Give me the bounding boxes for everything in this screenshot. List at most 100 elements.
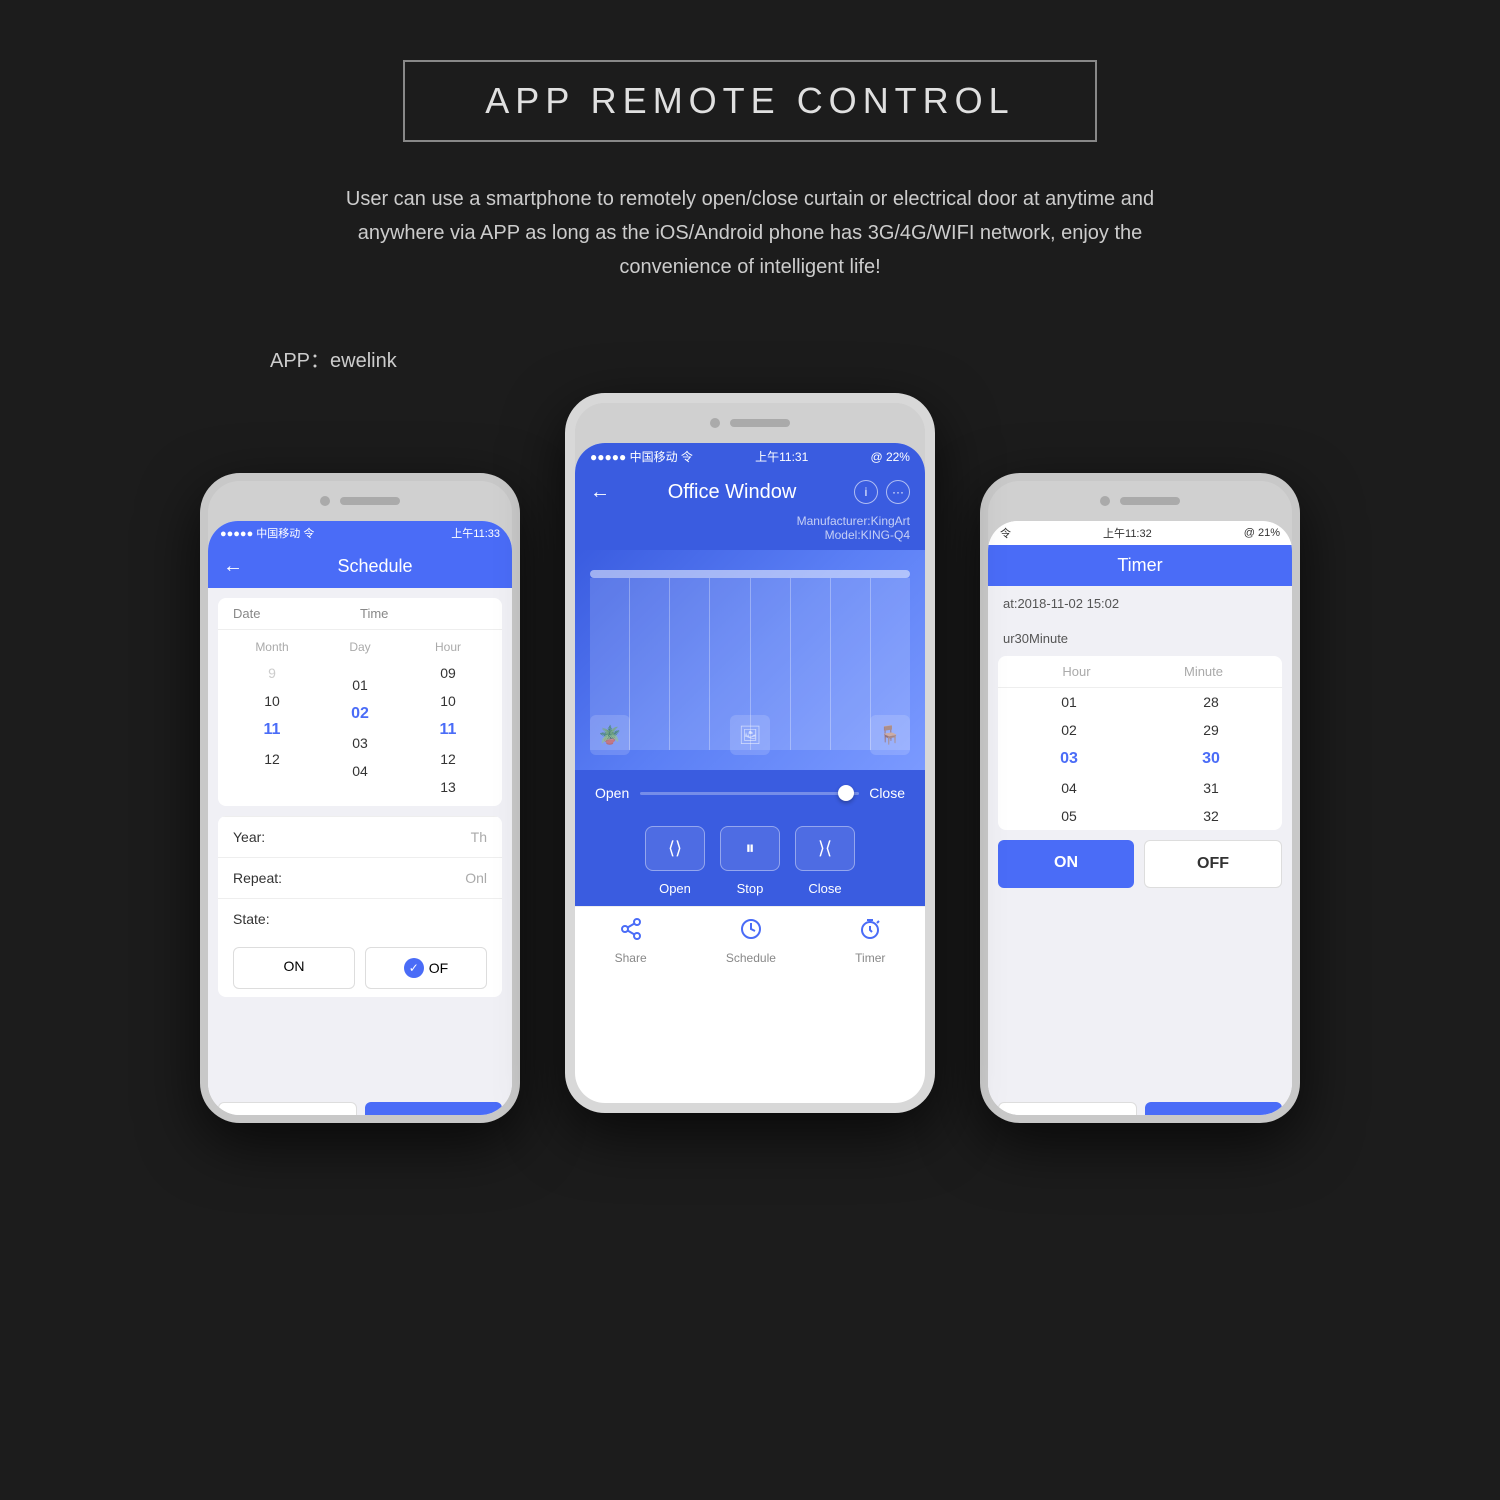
slider-area[interactable]: Open Close xyxy=(575,770,925,816)
open-btn-label: Open xyxy=(645,881,705,896)
title-box: APP REMOTE CONTROL xyxy=(403,60,1096,142)
camera-right xyxy=(1100,496,1110,506)
slider-track[interactable] xyxy=(640,792,859,795)
on-button-left[interactable]: ON xyxy=(233,947,355,989)
month-row-1: 9 xyxy=(228,659,316,687)
schedule-title: Schedule xyxy=(253,556,497,577)
timer-minute-5: 32 xyxy=(1140,802,1282,830)
model: Model:KING-Q4 xyxy=(590,528,910,542)
hour-header-right: Hour xyxy=(1013,664,1140,679)
close-icon: ⟩⟨ xyxy=(818,838,832,859)
center-header: ← Office Window i ··· xyxy=(575,470,925,514)
hour-row-3: 11 xyxy=(404,715,492,745)
share-icon xyxy=(619,917,643,947)
room-icons: 🪴 🖼 🪑 xyxy=(590,715,910,755)
timer-hour-5: 05 xyxy=(998,802,1140,830)
timer-hour-2: 02 xyxy=(998,716,1140,744)
checkmark-icon: ✓ xyxy=(404,958,424,978)
minute-header-right: Minute xyxy=(1140,664,1267,679)
day-row-2: 02 xyxy=(316,699,404,729)
repeat-row: Repeat: Onl xyxy=(218,857,502,898)
status-bar-center: ●●●●● 中国移动 令 上午11:31 @ 22% xyxy=(575,443,925,470)
month-row-2: 10 xyxy=(228,687,316,715)
page-title: APP REMOTE CONTROL xyxy=(485,80,1014,122)
timer-picker[interactable]: Hour Minute 01 02 03 04 05 xyxy=(998,656,1282,830)
day-row-0 xyxy=(316,659,404,671)
time-left: 上午11:33 xyxy=(451,525,500,541)
speaker-left xyxy=(340,497,400,505)
state-row: State: xyxy=(218,898,502,939)
device-info: Manufacturer:KingArt Model:KING-Q4 xyxy=(575,514,925,550)
carrier-left: ●●●●● 中国移动 令 xyxy=(220,525,314,541)
open-button[interactable]: ⟨⟩ xyxy=(645,826,705,871)
app-label: APP：ewelink xyxy=(270,344,397,373)
timer-minute-2: 29 xyxy=(1140,716,1282,744)
picture-icon: 🖼 xyxy=(730,715,770,755)
date-picker[interactable]: Month 9 10 11 12 Day 01 02 xyxy=(218,630,502,806)
phone-top-bar-left xyxy=(208,481,512,521)
day-header: Day xyxy=(316,635,404,659)
curtain-rod xyxy=(590,570,910,578)
open-label: Open xyxy=(595,785,630,801)
schedule-nav-label: Schedule xyxy=(726,951,776,965)
repeat-label: Repeat: xyxy=(233,870,465,886)
battery-center: @ 22% xyxy=(870,450,910,464)
nav-share[interactable]: Share xyxy=(615,917,647,965)
timer-minute-col: 28 29 30 31 32 xyxy=(1140,688,1282,830)
bottom-buttons-right: ncel Save xyxy=(988,1092,1292,1123)
schedule-content: Date Time Month 9 10 11 12 xyxy=(208,588,512,1092)
hour-row-2: 10 xyxy=(404,687,492,715)
phone-top-bar-right xyxy=(988,481,1292,521)
schedule-icon xyxy=(739,917,763,947)
status-bar-left: ●●●●● 中国移动 令 上午11:33 xyxy=(208,521,512,545)
back-button-center[interactable]: ← xyxy=(590,481,610,504)
time-center: 上午11:31 xyxy=(755,448,808,465)
on-button-right[interactable]: ON xyxy=(998,840,1134,888)
phone-right: 令 上午11:32 @ 21% Timer at:2018-11-02 15:0… xyxy=(980,473,1300,1123)
timer-content: at:2018-11-02 15:02 ur30Minute Hour Minu… xyxy=(988,586,1292,1092)
cancel-button-left[interactable]: Cancel xyxy=(218,1102,357,1123)
share-label: Share xyxy=(615,951,647,965)
timer-hour-4: 04 xyxy=(998,774,1140,802)
carrier-right: 令 xyxy=(1000,525,1011,541)
stop-button[interactable]: ⏸ xyxy=(720,826,780,871)
close-btn-label: Close xyxy=(795,881,855,896)
timer-on-off: ON OFF xyxy=(998,840,1282,888)
repeat-value: Onl xyxy=(465,870,487,886)
year-label: Year: xyxy=(233,829,471,845)
month-row-3: 11 xyxy=(228,715,316,745)
timer-hour-3: 03 xyxy=(998,744,1140,774)
plant-icon: 🪴 xyxy=(590,715,630,755)
curtain-area: 🪴 🖼 🪑 xyxy=(575,550,925,770)
more-icon[interactable]: ··· xyxy=(886,480,910,504)
month-row-4: 12 xyxy=(228,745,316,773)
app-header-right: Timer xyxy=(988,545,1292,586)
save-button-left[interactable]: Sav xyxy=(365,1102,502,1123)
slider-thumb[interactable] xyxy=(838,785,854,801)
control-buttons: ⟨⟩ ⏸ ⟩⟨ xyxy=(575,816,925,876)
back-button-left[interactable]: ← xyxy=(223,555,243,578)
year-value: Th xyxy=(471,829,487,845)
stop-btn-label: Stop xyxy=(720,881,780,896)
timer-title: Timer xyxy=(1003,555,1277,576)
day-row-3: 03 xyxy=(316,729,404,757)
manufacturer: Manufacturer:KingArt xyxy=(590,514,910,528)
time-label: Time xyxy=(360,606,487,621)
nav-schedule[interactable]: Schedule xyxy=(726,917,776,965)
phone-left: ●●●●● 中国移动 令 上午11:33 ← Schedule Date Tim… xyxy=(200,473,520,1123)
timer-picker-header: Hour Minute xyxy=(998,656,1282,688)
day-col: Day 01 02 03 04 xyxy=(316,635,404,801)
cancel-button-right[interactable]: ncel xyxy=(998,1102,1137,1123)
save-button-right[interactable]: Save xyxy=(1145,1102,1282,1123)
nav-timer[interactable]: Timer xyxy=(855,917,885,965)
close-button[interactable]: ⟩⟨ xyxy=(795,826,855,871)
carrier-center: ●●●●● 中国移动 令 xyxy=(590,448,693,465)
day-row-1: 01 xyxy=(316,671,404,699)
office-window-title: Office Window xyxy=(610,481,854,504)
month-header: Month xyxy=(228,635,316,659)
off-button-left[interactable]: ✓ OF xyxy=(365,947,487,989)
app-header-left: ← Schedule xyxy=(208,545,512,588)
off-button-right[interactable]: OFF xyxy=(1144,840,1282,888)
hour-row-5: 13 xyxy=(404,773,492,801)
info-icon[interactable]: i xyxy=(854,480,878,504)
